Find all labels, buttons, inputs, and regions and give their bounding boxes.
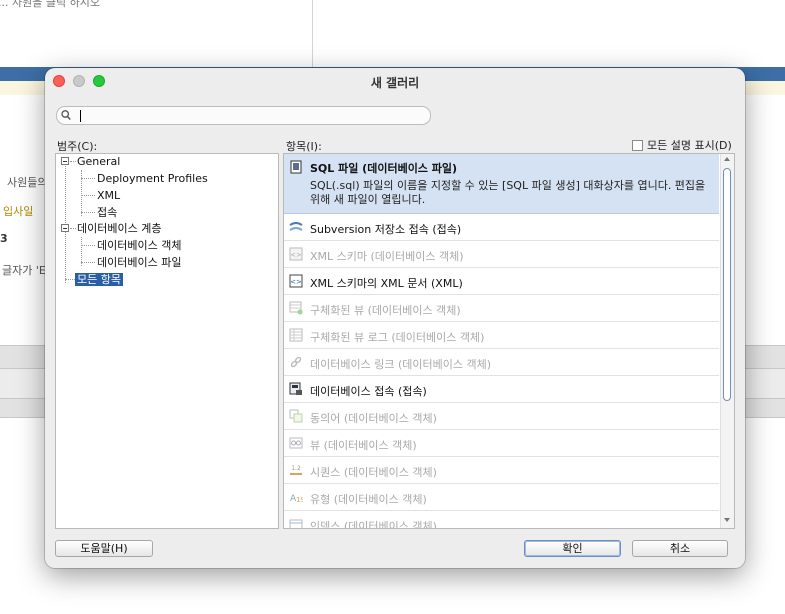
item-database-connection[interactable]: 데이터베이스 접속 (접속) (284, 376, 719, 403)
checkbox-icon[interactable] (632, 140, 643, 151)
dialog-titlebar[interactable]: 새 갤러리 (45, 68, 745, 96)
category-tree[interactable]: General Deployment Profiles XML 접속 데이터베이… (55, 153, 279, 529)
xml-document-icon: <> (289, 274, 303, 288)
scroll-down-icon[interactable] (724, 518, 730, 522)
item-sequence[interactable]: 1.2 시퀀스 (데이터베이스 객체) (284, 457, 719, 484)
items-list[interactable]: SQL 파일 (데이터베이스 파일) SQL(.sql) 파일의 이름을 지정할… (283, 153, 735, 529)
background-text-2: 입사일 (3, 205, 34, 218)
scroll-up-icon[interactable] (724, 157, 730, 161)
materialized-view-icon (289, 301, 303, 315)
sql-file-icon (290, 160, 302, 174)
collapse-toggle-icon[interactable] (61, 224, 69, 232)
item-label: 동의어 (데이터베이스 객체) (310, 412, 437, 425)
type-icon: A 19 (290, 494, 303, 504)
cancel-button[interactable]: 취소 (632, 540, 728, 557)
category-database-files[interactable]: 데이터베이스 파일 (97, 256, 181, 269)
item-label: 데이터베이스 접속 (접속) (310, 385, 427, 398)
svg-text:<>: <> (290, 278, 302, 286)
scrollbar-thumb[interactable] (723, 168, 731, 401)
category-connections[interactable]: 접속 (97, 206, 117, 219)
collapse-toggle-icon[interactable] (61, 157, 69, 165)
text-cursor (80, 110, 81, 122)
item-label: 인덱스 (데이터베이스 객체) (310, 520, 437, 529)
item-index[interactable]: 인덱스 (데이터베이스 객체) (284, 511, 719, 529)
item-label: XML 스키마 (데이터베이스 객체) (310, 250, 464, 263)
view-icon (289, 437, 303, 449)
category-deployment-profiles[interactable]: Deployment Profiles (97, 172, 208, 185)
tree-line (70, 228, 76, 229)
search-input[interactable] (79, 108, 419, 122)
background-hint-text: ... 사원을 클릭 하시오 (0, 0, 100, 9)
item-label: SQL 파일 (데이터베이스 파일) (310, 162, 458, 175)
new-gallery-dialog: 새 갤러리 범주(C): General Deployment Profiles… (45, 68, 745, 568)
svg-text:<>: <> (290, 251, 302, 259)
item-label: 구체화된 뷰 (데이터베이스 객체) (310, 304, 461, 317)
item-label: 구체화된 뷰 로그 (데이터베이스 객체) (310, 331, 485, 344)
synonym-icon (289, 409, 303, 423)
tree-line (65, 279, 75, 280)
item-synonym[interactable]: 동의어 (데이터베이스 객체) (284, 403, 719, 430)
help-button[interactable]: 도움말(H) (55, 540, 153, 557)
show-all-descriptions-label: 모든 설명 표시(D) (647, 139, 732, 152)
tree-line (81, 195, 95, 196)
item-label: 유형 (데이터베이스 객체) (310, 493, 427, 506)
search-box[interactable] (56, 106, 431, 125)
background-divider (312, 0, 313, 67)
item-type[interactable]: A 19 유형 (데이터베이스 객체) (284, 484, 719, 511)
tree-line (81, 212, 95, 213)
subversion-icon (289, 222, 303, 231)
index-icon (289, 519, 303, 528)
svg-text:1.2: 1.2 (291, 465, 301, 472)
item-description: SQL(.sql) 파일의 이름을 지정할 수 있는 [SQL 파일 생성] 대… (310, 179, 706, 206)
show-all-descriptions-checkbox[interactable]: 모든 설명 표시(D) (632, 137, 732, 153)
background-editor-top: ... 사원을 클릭 하시오 (0, 0, 785, 67)
tree-line (81, 170, 82, 216)
materialized-view-log-icon (289, 328, 303, 342)
item-subversion-connection[interactable]: Subversion 저장소 접속 (접속) (284, 214, 719, 241)
items-label: 항목(I): (286, 140, 322, 153)
background-text-3: 3 (0, 232, 8, 245)
category-database-objects[interactable]: 데이터베이스 객체 (97, 239, 181, 252)
sequence-icon: 1.2 (290, 465, 302, 475)
item-materialized-view-log[interactable]: 구체화된 뷰 로그 (데이터베이스 객체) (284, 322, 719, 349)
tree-line (70, 161, 76, 162)
item-label: XML 스키마의 XML 문서 (XML) (310, 277, 463, 290)
item-xml-schema[interactable]: <> XML 스키마 (데이터베이스 객체) (284, 241, 719, 268)
search-icon (61, 110, 71, 121)
ok-button[interactable]: 확인 (524, 540, 621, 557)
category-xml[interactable]: XML (97, 189, 120, 202)
background-text-4: 글자가 'E (2, 264, 46, 277)
category-database-tier[interactable]: 데이터베이스 계층 (77, 222, 161, 235)
item-sql-file[interactable]: SQL 파일 (데이터베이스 파일) SQL(.sql) 파일의 이름을 지정할… (284, 154, 719, 214)
item-materialized-view[interactable]: 구체화된 뷰 (데이터베이스 객체) (284, 295, 719, 322)
tree-line (81, 262, 95, 263)
category-label: 범주(C): (57, 140, 98, 153)
database-link-icon (290, 356, 302, 368)
xml-schema-icon: <> (289, 247, 303, 261)
category-all-items[interactable]: 모든 항목 (75, 273, 123, 286)
item-label: 데이터베이스 링크 (데이터베이스 객체) (310, 358, 491, 371)
database-connection-icon (289, 382, 302, 395)
item-label: 시퀀스 (데이터베이스 객체) (310, 466, 437, 479)
svg-text:19: 19 (296, 496, 303, 504)
tree-line (81, 178, 95, 179)
category-general[interactable]: General (77, 155, 120, 168)
items-scrollbar[interactable] (720, 154, 734, 528)
item-label: Subversion 저장소 접속 (접속) (310, 223, 462, 236)
background-text-1: 사원들의 (7, 176, 48, 189)
item-view[interactable]: 뷰 (데이터베이스 객체) (284, 430, 719, 457)
tree-line (81, 245, 95, 246)
item-xml-document[interactable]: <> XML 스키마의 XML 문서 (XML) (284, 268, 719, 295)
item-label: 뷰 (데이터베이스 객체) (310, 439, 417, 452)
item-database-link[interactable]: 데이터베이스 링크 (데이터베이스 객체) (284, 349, 719, 376)
dialog-title: 새 갤러리 (370, 76, 420, 90)
